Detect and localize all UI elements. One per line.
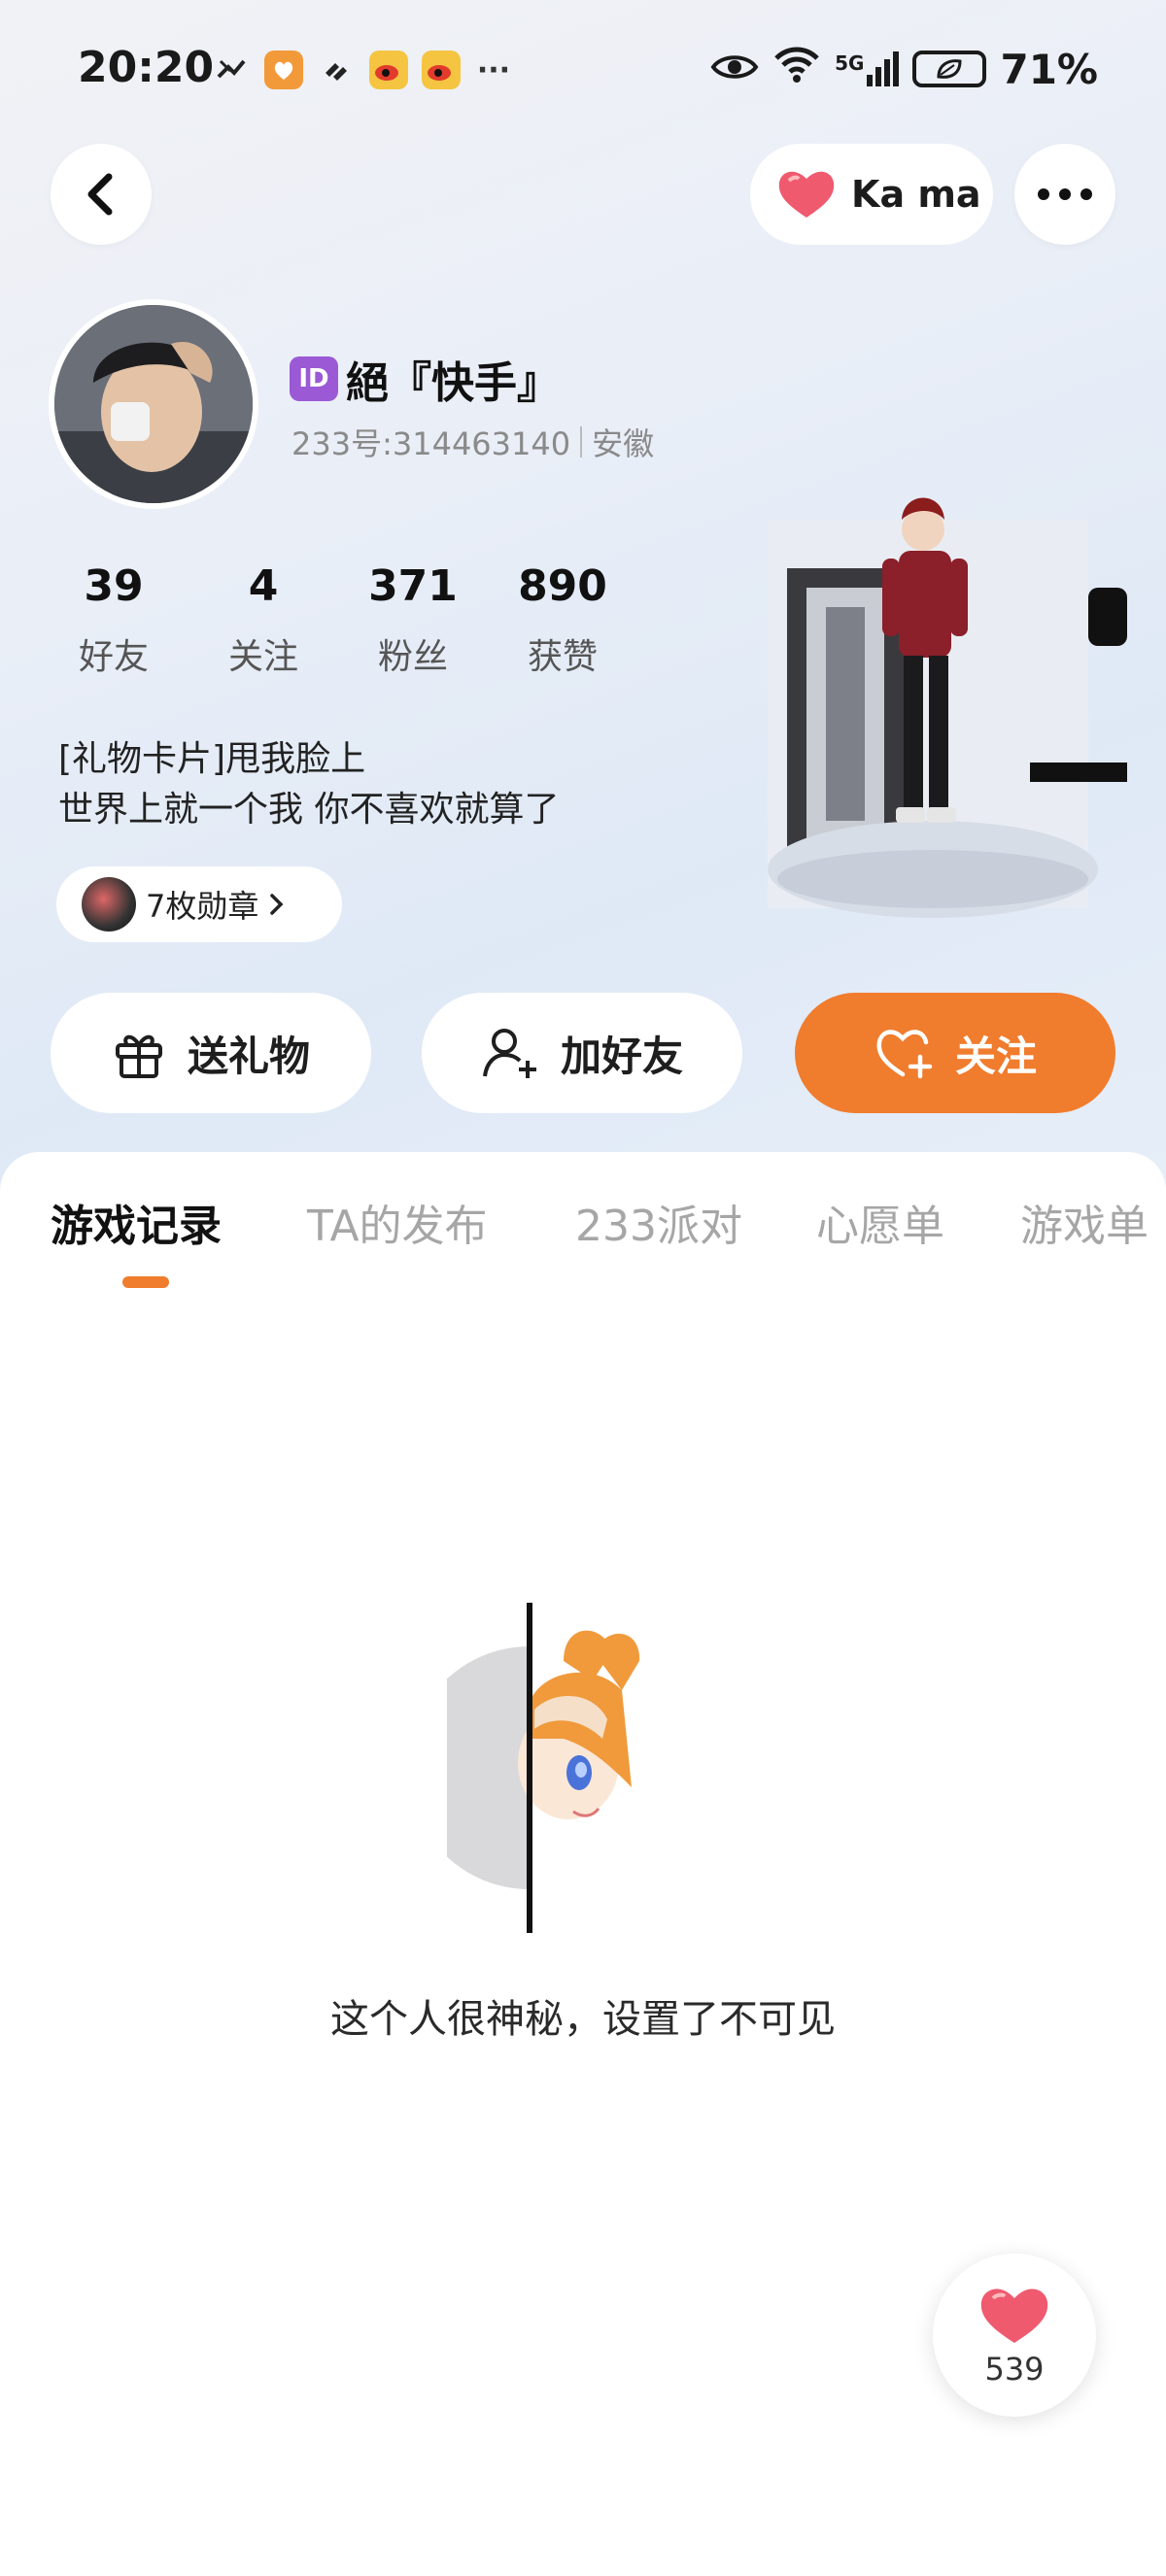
stat-label: 获赞 xyxy=(527,637,598,677)
missed-call-icon xyxy=(212,51,251,89)
gift-icon xyxy=(115,1034,162,1078)
profile-tabs: 游戏记录 TA的发布 233派对 心愿单 游戏单 xyxy=(0,1191,1166,1307)
stat-value: 890 xyxy=(518,561,607,611)
status-time: 20:20 xyxy=(78,43,215,92)
more-notifications-icon: ··· xyxy=(476,52,511,87)
heart-icon xyxy=(980,2288,1048,2343)
tab-indicator xyxy=(122,1276,169,1288)
stat-label: 关注 xyxy=(227,637,298,677)
back-button[interactable] xyxy=(51,144,152,245)
heart-icon xyxy=(778,171,835,218)
signal-icon: 5G xyxy=(835,51,900,86)
like-count: 539 xyxy=(984,2351,1045,2388)
heart-plus-icon xyxy=(876,1030,933,1079)
chevron-left-icon xyxy=(87,173,113,216)
tab-game-records[interactable]: 游戏记录 xyxy=(51,1191,222,1253)
add-friend-label: 加好友 xyxy=(560,1032,683,1080)
send-gift-button[interactable]: 送礼物 xyxy=(51,993,371,1113)
medals-label: 7枚勋章 xyxy=(146,888,259,925)
follow-button[interactable]: 关注 xyxy=(795,993,1115,1113)
empty-state-message: 这个人很神秘，设置了不可见 xyxy=(330,1997,836,2042)
avatar-photo xyxy=(54,305,253,503)
kama-label: Ka ma xyxy=(851,173,981,216)
stat-value: 371 xyxy=(368,561,458,611)
more-dots-icon xyxy=(1038,188,1092,200)
stat-following[interactable]: 4 关注 xyxy=(189,561,338,679)
profile-bio: [礼物卡片]甩我脸上 世界上就一个我 你不喜欢就算了 xyxy=(58,734,559,835)
profile-name: 絕『快手』 xyxy=(346,358,560,408)
weibo-icon-2 xyxy=(422,51,461,89)
profile-uid[interactable]: 233号:314463140 xyxy=(292,420,570,464)
app-notification-icon-2 xyxy=(317,51,356,89)
bio-line: 世界上就一个我 你不喜欢就算了 xyxy=(58,790,560,830)
tab-posts[interactable]: TA的发布 xyxy=(307,1191,488,1253)
stat-value: 4 xyxy=(248,561,279,611)
stat-label: 好友 xyxy=(78,637,149,677)
chevron-right-icon xyxy=(270,894,284,915)
stat-label: 粉丝 xyxy=(377,637,448,677)
id-badge: ID xyxy=(290,356,338,401)
character-illustration xyxy=(768,497,1127,918)
bio-line: [礼物卡片]甩我脸上 xyxy=(58,739,366,779)
weibo-icon xyxy=(369,51,408,89)
floating-like-button[interactable]: 539 xyxy=(933,2254,1096,2417)
avatar[interactable] xyxy=(49,299,258,509)
wifi-icon xyxy=(772,45,821,93)
network-type: 5G xyxy=(835,51,865,75)
empty-state-illustration xyxy=(408,1593,670,1933)
follow-label: 关注 xyxy=(954,1032,1037,1080)
battery-percent: 71% xyxy=(1000,45,1098,93)
separator xyxy=(580,426,583,458)
eye-icon xyxy=(710,46,759,93)
profile-name-row: ID 絕『快手』 xyxy=(290,348,560,410)
profile-stats: 39 好友 4 关注 371 粉丝 890 获赞 xyxy=(39,561,637,679)
more-button[interactable] xyxy=(1014,144,1115,245)
medal-icon xyxy=(82,877,136,932)
stat-followers[interactable]: 371 粉丝 xyxy=(338,561,488,679)
app-notification-icon xyxy=(264,51,303,89)
add-friend-button[interactable]: 加好友 xyxy=(422,993,742,1113)
stat-friends[interactable]: 39 好友 xyxy=(39,561,189,679)
kama-button[interactable]: Ka ma xyxy=(750,144,993,245)
avatar-character-figure[interactable] xyxy=(768,491,1156,947)
send-gift-label: 送礼物 xyxy=(187,1032,310,1080)
battery-icon xyxy=(912,51,987,87)
profile-id-row: 233号:314463140 安徽 xyxy=(292,420,654,464)
medals-button[interactable]: 7枚勋章 xyxy=(56,866,342,942)
tab-game-list[interactable]: 游戏单 xyxy=(1020,1191,1149,1253)
tab-wishlist[interactable]: 心愿单 xyxy=(816,1191,944,1253)
status-right: 5G 71% xyxy=(710,45,1098,93)
profile-location: 安徽 xyxy=(592,425,655,462)
add-user-icon xyxy=(482,1029,536,1078)
tab-party[interactable]: 233派对 xyxy=(575,1191,742,1253)
notification-icons: ··· xyxy=(212,51,513,89)
stat-likes[interactable]: 890 获赞 xyxy=(488,561,637,679)
status-bar: 20:20 ··· 5G 71% xyxy=(0,0,1166,146)
stat-value: 39 xyxy=(84,561,144,611)
